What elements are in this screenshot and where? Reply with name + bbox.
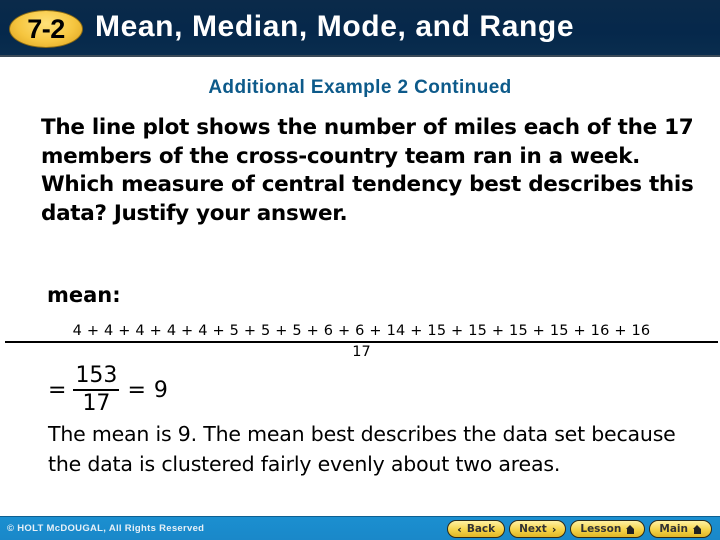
back-label: Back (466, 523, 496, 535)
main-label: Main (659, 523, 688, 535)
fraction-denominator: 17 (82, 391, 111, 416)
mean-result: 9 (153, 377, 168, 403)
sum-denominator: 17 (352, 344, 371, 360)
sum-fraction: 4 + 4 + 4 + 4 + 4 + 5 + 5 + 5 + 6 + 6 + … (5, 322, 718, 361)
chevron-left-icon: ‹ (457, 522, 462, 536)
chevron-right-icon: › (551, 522, 557, 536)
fraction-numerator: 153 (73, 363, 120, 391)
header-bar: 7-2 Mean, Median, Mode, and Range (0, 0, 720, 57)
navigation-buttons: ‹ Back Next › Lesson Main (447, 520, 712, 538)
next-button[interactable]: Next › (509, 520, 567, 538)
mean-calculation: = 153 17 = 9 (48, 362, 168, 418)
sum-expression: 4 + 4 + 4 + 4 + 4 + 5 + 5 + 5 + 6 + 6 + … (5, 322, 718, 343)
next-label: Next (519, 523, 547, 535)
result-equals-sign: = (127, 377, 146, 403)
main-button[interactable]: Main (649, 520, 712, 538)
home-icon (693, 524, 702, 534)
equals-sign: = (48, 377, 67, 403)
home-icon (626, 524, 635, 534)
lesson-number-badge: 7-2 (9, 10, 83, 48)
back-button[interactable]: ‹ Back (447, 520, 506, 538)
mean-fraction: 153 17 (73, 363, 120, 417)
explanation-text: The mean is 9. The mean best describes t… (48, 422, 676, 476)
lesson-number: 7-2 (27, 13, 65, 44)
example-subtitle: Additional Example 2 Continued (208, 77, 512, 98)
lesson-title: Mean, Median, Mode, and Range (95, 10, 575, 43)
mean-label: mean: (47, 283, 121, 307)
copyright-text: © HOLT McDOUGAL, All Rights Reserved (7, 523, 205, 534)
footer-bar: © HOLT McDOUGAL, All Rights Reserved ‹ B… (0, 516, 720, 540)
lesson-label: Lesson (580, 523, 622, 535)
problem-text: The line plot shows the number of miles … (41, 115, 694, 226)
lesson-button[interactable]: Lesson (570, 520, 646, 538)
